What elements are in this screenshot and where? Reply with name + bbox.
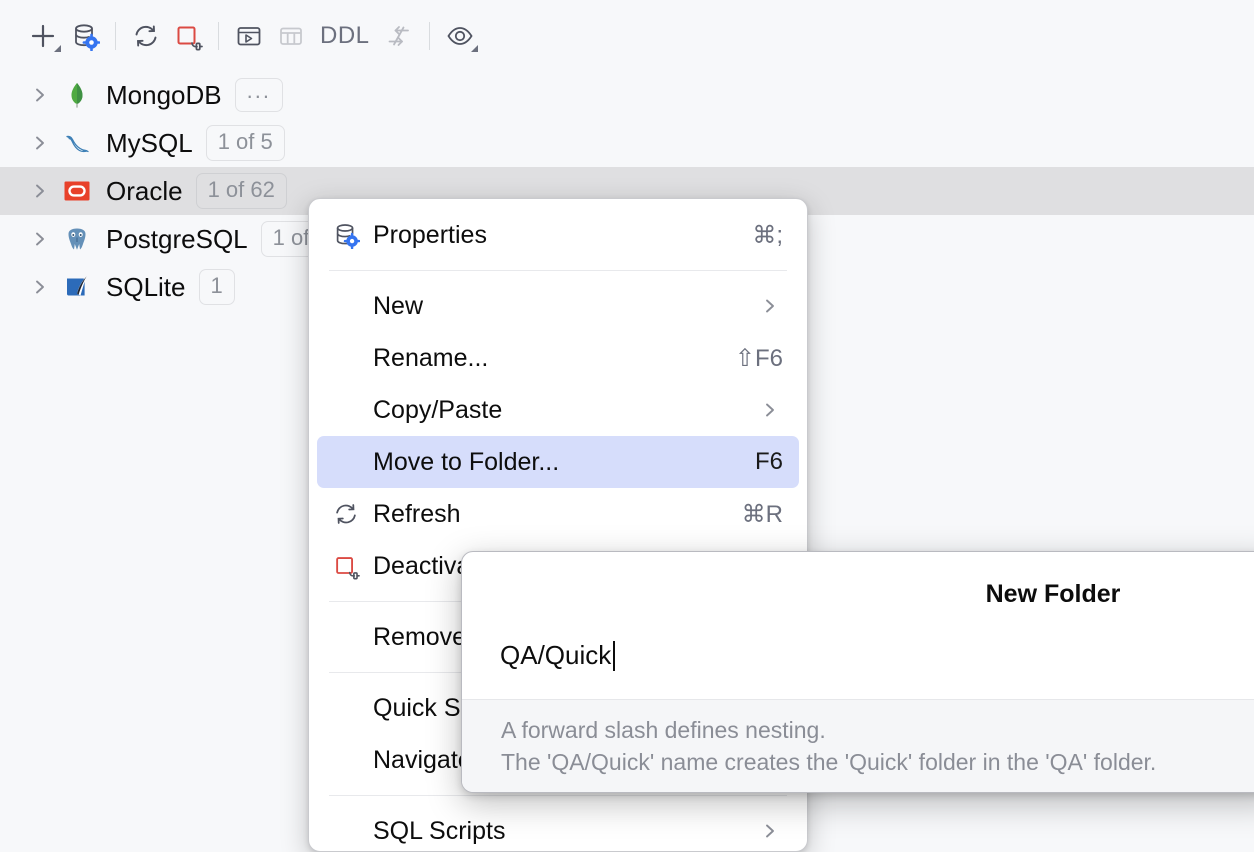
menu-item-icon-placeholder bbox=[331, 395, 361, 425]
toolbar-separator-2 bbox=[218, 21, 219, 50]
mongodb-icon bbox=[62, 80, 92, 110]
menu-item-label: New bbox=[373, 291, 424, 320]
text-caret bbox=[613, 640, 616, 671]
menu-item-label: Navigate bbox=[373, 745, 472, 774]
oracle-icon bbox=[62, 176, 92, 206]
tree-item-label: PostgreSQL bbox=[106, 223, 248, 254]
disconnect-icon bbox=[331, 551, 361, 581]
menu-item-move-to-folder[interactable]: Move to Folder... F6 bbox=[317, 436, 799, 488]
menu-item-sql-scripts[interactable]: SQL Scripts bbox=[317, 805, 799, 851]
menu-item-shortcut: ⌘R bbox=[741, 500, 783, 528]
tree-item-label: MongoDB bbox=[106, 79, 222, 110]
chevron-right-icon[interactable] bbox=[24, 223, 56, 255]
submenu-chevron-right-icon bbox=[761, 822, 779, 840]
chevron-right-icon[interactable] bbox=[24, 271, 56, 303]
chevron-right-icon[interactable] bbox=[24, 79, 56, 111]
ddl-label: DDL bbox=[320, 21, 370, 49]
menu-item-properties[interactable]: Properties ⌘; bbox=[317, 209, 799, 261]
disconnect-icon bbox=[177, 26, 203, 50]
menu-item-copy-paste[interactable]: Copy/Paste bbox=[317, 384, 799, 436]
folder-name-input[interactable] bbox=[500, 640, 613, 671]
menu-item-new[interactable]: New bbox=[317, 280, 799, 332]
tree-row[interactable]: MySQL 1 of 5 bbox=[0, 119, 1254, 167]
submenu-chevron-right-icon bbox=[761, 297, 779, 315]
menu-item-refresh[interactable]: Refresh ⌘R bbox=[317, 488, 799, 540]
tree-item-label: SQLite bbox=[106, 271, 186, 302]
hint-line-1: A forward slash defines nesting. bbox=[501, 717, 826, 743]
chevron-down-icon bbox=[54, 44, 61, 52]
jump-to-editor-button[interactable] bbox=[378, 15, 420, 57]
status-badge: 1 of 5 bbox=[205, 125, 285, 161]
tree-item-label: MySQL bbox=[106, 127, 193, 158]
chevron-right-icon[interactable] bbox=[24, 175, 56, 207]
mysql-icon bbox=[62, 128, 92, 158]
menu-item-label: SQL Scripts bbox=[373, 816, 506, 845]
toolbar-separator-1 bbox=[115, 21, 116, 50]
status-badge: 1 of 62 bbox=[195, 173, 287, 209]
refresh-button[interactable] bbox=[125, 15, 167, 57]
menu-item-icon-placeholder bbox=[331, 291, 361, 321]
open-data-editor-button[interactable] bbox=[270, 15, 312, 57]
chevron-down-icon bbox=[470, 44, 478, 52]
sqlite-icon bbox=[62, 272, 92, 302]
open-console-button[interactable] bbox=[228, 15, 270, 57]
menu-item-label: Rename... bbox=[373, 343, 489, 372]
menu-item-icon-placeholder bbox=[331, 693, 361, 723]
menu-separator bbox=[329, 270, 787, 271]
menu-item-label: Properties bbox=[373, 220, 487, 249]
ddl-button[interactable]: DDL bbox=[312, 15, 378, 57]
database-settings-icon bbox=[75, 23, 100, 51]
menu-item-shortcut: ⇧F6 bbox=[734, 344, 783, 372]
database-settings-icon bbox=[331, 220, 361, 250]
toolbar: DDL bbox=[0, 0, 1254, 71]
menu-item-icon-placeholder bbox=[331, 447, 361, 477]
add-button[interactable] bbox=[22, 15, 64, 57]
data-source-properties-button[interactable] bbox=[64, 15, 106, 57]
tree-row[interactable]: MongoDB ... bbox=[0, 71, 1254, 119]
dialog-hint-panel: A forward slash defines nesting. The 'QA… bbox=[462, 699, 1254, 792]
jump-arrows-icon bbox=[388, 25, 409, 46]
dialog-title: New Folder bbox=[985, 580, 1121, 608]
new-folder-dialog: New Folder A forward slash defines nesti… bbox=[461, 551, 1254, 793]
view-options-button[interactable] bbox=[439, 15, 481, 57]
menu-item-rename[interactable]: Rename... ⇧F6 bbox=[317, 332, 799, 384]
disconnect-button[interactable] bbox=[167, 15, 209, 57]
folder-name-field-wrapper[interactable] bbox=[500, 640, 616, 671]
status-badge: ... bbox=[234, 78, 283, 112]
menu-item-icon-placeholder bbox=[331, 622, 361, 652]
tree-item-label: Oracle bbox=[106, 175, 183, 206]
hint-line-2: The 'QA/Quick' name creates the 'Quick' … bbox=[501, 749, 1157, 775]
menu-item-shortcut: ⌘; bbox=[752, 221, 783, 249]
menu-item-icon-placeholder bbox=[331, 343, 361, 373]
menu-separator bbox=[329, 795, 787, 796]
postgresql-icon bbox=[62, 224, 92, 254]
menu-item-label: Move to Folder... bbox=[373, 447, 560, 476]
toolbar-separator-3 bbox=[428, 21, 430, 50]
console-icon bbox=[237, 26, 261, 45]
menu-item-icon-placeholder bbox=[331, 745, 361, 775]
refresh-icon bbox=[135, 24, 157, 47]
menu-item-icon-placeholder bbox=[331, 816, 361, 846]
submenu-chevron-right-icon bbox=[761, 401, 779, 419]
table-icon bbox=[280, 27, 302, 45]
menu-item-label: Refresh bbox=[373, 499, 461, 528]
menu-item-shortcut: F6 bbox=[754, 448, 783, 475]
menu-item-label: Copy/Paste bbox=[373, 395, 503, 424]
chevron-right-icon[interactable] bbox=[24, 127, 56, 159]
refresh-icon bbox=[331, 499, 361, 529]
status-badge: 1 bbox=[198, 269, 235, 305]
